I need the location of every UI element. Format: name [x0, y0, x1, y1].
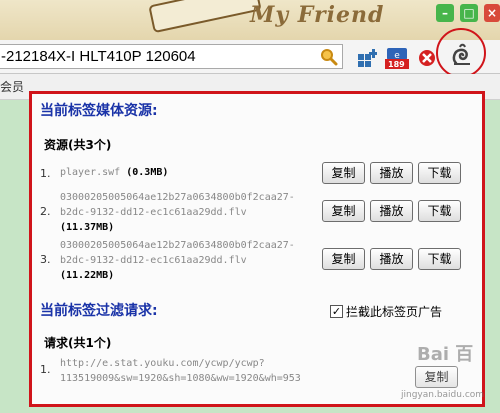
resource-name-line2: b2dc-9132-dd12-ec1c61aa29dd.flv [60, 207, 247, 218]
filter-section-title: 当前标签过滤请求: [40, 303, 158, 319]
mail-189-icon[interactable]: e 189 [385, 48, 409, 69]
resource-item: 1. player.swf (0.3MB) 复制 播放 下载 [40, 162, 480, 188]
resource-index: 3. [40, 253, 51, 266]
resource-size: (11.22MB) [60, 270, 115, 281]
copy-button[interactable]: 复制 [322, 200, 365, 222]
copy-button[interactable]: 复制 [322, 248, 365, 270]
resource-name: player.swf [60, 167, 121, 178]
theme-artwork [148, 0, 262, 34]
resource-size: (0.3MB) [126, 167, 169, 178]
copy-button[interactable]: 复制 [322, 162, 365, 184]
resource-name-line1: 03000205005064ae12b27a0634800b0f2caa27- [60, 240, 295, 251]
resource-index: 1. [40, 167, 51, 180]
resource-item: 3. 03000205005064ae12b27a0634800b0f2caa2… [40, 238, 480, 286]
bookmark-item[interactable]: 会员 [0, 80, 24, 94]
download-button[interactable]: 下载 [418, 162, 461, 184]
block-ads-checkbox[interactable]: ✓ [330, 305, 343, 318]
resource-name-line1: 03000205005064ae12b27a0634800b0f2caa27- [60, 192, 295, 203]
resource-name-line2: b2dc-9132-dd12-ec1c61aa29dd.flv [60, 255, 247, 266]
maximize-button[interactable]: □ [460, 4, 478, 22]
request-url-line1: http://e.stat.youku.com/ycwp/ycwp? [60, 358, 265, 369]
requests-heading: 请求(共1个) [44, 336, 112, 350]
resources-heading: 资源(共3个) [44, 138, 112, 152]
add-bookmark-icon[interactable] [357, 48, 378, 68]
addon-icon[interactable] [417, 48, 437, 68]
request-index: 1. [40, 363, 51, 376]
request-url-line2: 113519009&sw=1920&sh=1080&ww=1920&wh=953 [60, 373, 301, 384]
download-button[interactable]: 下载 [418, 248, 461, 270]
resource-index: 2. [40, 205, 51, 218]
baidu-watermark: Bai 百 复制 jingyan.baidu.com [381, 340, 485, 402]
address-bar: -212184X-I HLT410P 120604 e 189 [0, 40, 500, 74]
close-button[interactable]: × [484, 4, 500, 22]
play-button[interactable]: 播放 [370, 248, 413, 270]
mail-badge: 189 [388, 60, 405, 69]
media-popup: 当前标签媒体资源: 资源(共3个) 1. player.swf (0.3MB) … [29, 91, 485, 407]
block-ads-label: 拦截此标签页广告 [346, 305, 443, 319]
extension-highlight-circle [436, 28, 486, 78]
search-icon [321, 48, 338, 65]
resource-size: (11.37MB) [60, 222, 115, 233]
title-bar: My Friend – □ × [0, 0, 500, 40]
theme-text: My Friend [250, 2, 385, 28]
request-copy-button[interactable]: 复制 [415, 366, 458, 388]
search-button[interactable] [317, 45, 341, 68]
url-field[interactable]: -212184X-I HLT410P 120604 [0, 44, 343, 69]
media-section-title: 当前标签媒体资源: [40, 103, 158, 119]
watermark-url: jingyan.baidu.com [401, 390, 485, 400]
block-ads-checkbox-row[interactable]: ✓ 拦截此标签页广告 [330, 303, 442, 320]
baidu-logo: Bai 百 [417, 344, 474, 365]
download-button[interactable]: 下载 [418, 200, 461, 222]
play-button[interactable]: 播放 [370, 162, 413, 184]
play-button[interactable]: 播放 [370, 200, 413, 222]
resource-item: 2. 03000205005064ae12b27a0634800b0f2caa2… [40, 190, 480, 238]
minimize-button[interactable]: – [436, 4, 454, 22]
